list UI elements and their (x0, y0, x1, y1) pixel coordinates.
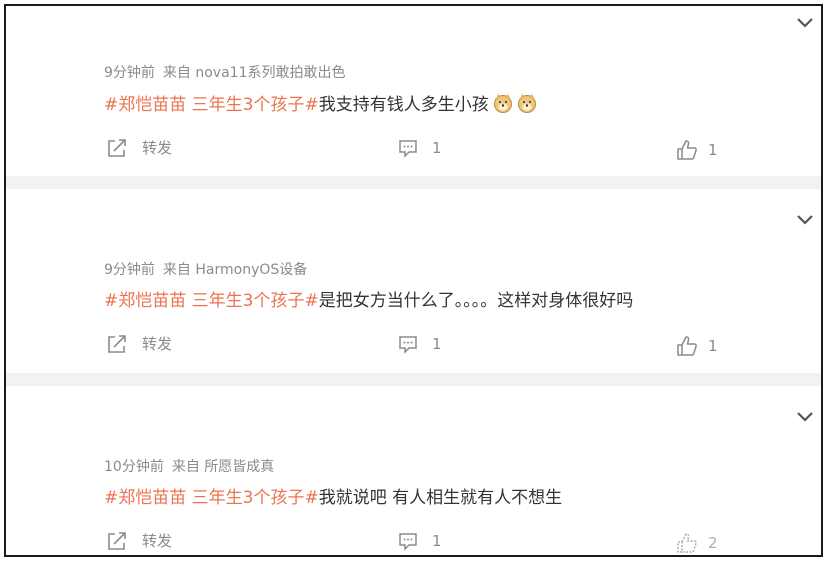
chevron-down-icon[interactable] (795, 16, 815, 30)
post-text: 我支持有钱人多生小孩 (318, 95, 489, 115)
post-text: 我就说吧 有人相生就有人不想生 (318, 488, 563, 508)
post-separator (6, 176, 821, 189)
topic-link[interactable]: #郑恺苗苗 三年生3个孩子# (104, 291, 319, 311)
comment-icon (399, 533, 417, 551)
post-content: #郑恺苗苗 三年生3个孩子#我支持有钱人多生小孩 (104, 90, 537, 115)
repost-label: 转发 (142, 335, 173, 353)
thumbs-up-icon (677, 140, 697, 160)
comment-button[interactable]: 1 (398, 138, 442, 158)
post-separator (6, 373, 821, 386)
doge-emoji (517, 94, 536, 113)
post-source: 来自 HarmonyOS设备 (162, 262, 308, 278)
repost-button[interactable]: 转发 (106, 530, 172, 551)
comment-count: 1 (432, 139, 442, 157)
post-time: 9分钟前 (104, 65, 155, 81)
comment-count: 1 (432, 335, 442, 353)
post-meta: 9分钟前 来自 HarmonyOS设备 (104, 259, 307, 279)
like-button[interactable]: 1 (676, 335, 718, 357)
post-content: #郑恺苗苗 三年生3个孩子#我就说吧 有人相生就有人不想生 (104, 483, 562, 508)
comment-icon (399, 140, 417, 158)
repost-icon (108, 531, 126, 550)
post-source: 来自 nova11系列敢拍敢出色 (162, 65, 346, 81)
topic-link[interactable]: #郑恺苗苗 三年生3个孩子# (104, 488, 319, 508)
like-count: 2 (708, 534, 718, 552)
post-source: 来自 所愿皆成真 (171, 459, 275, 475)
chevron-down-icon[interactable] (795, 410, 815, 424)
comment-icon (399, 336, 417, 354)
chevron-down-icon[interactable] (795, 213, 815, 227)
thumbs-up-icon (677, 336, 697, 356)
like-button[interactable]: 2 (676, 532, 718, 554)
post-meta: 10分钟前 来自 所愿皆成真 (104, 456, 274, 476)
weibo-post: 9分钟前 来自 HarmonyOS设备 #郑恺苗苗 三年生3个孩子#是把女方当什么… (6, 189, 821, 373)
repost-icon (108, 334, 126, 353)
post-meta: 9分钟前 来自 nova11系列敢拍敢出色 (104, 62, 346, 82)
repost-label: 转发 (142, 532, 173, 550)
like-count: 1 (708, 337, 718, 355)
comment-count: 1 (432, 532, 442, 550)
post-time: 10分钟前 (104, 459, 164, 475)
doge-emoji (493, 94, 512, 113)
screenshot-frame: 9分钟前 来自 nova11系列敢拍敢出色 #郑恺苗苗 三年生3个孩子#我支持有钱… (4, 4, 823, 557)
repost-icon (108, 138, 126, 157)
post-text: 是把女方当什么了。。。。这样对身体很好吗 (318, 291, 634, 311)
comment-button[interactable]: 1 (398, 531, 442, 551)
topic-link[interactable]: #郑恺苗苗 三年生3个孩子# (104, 95, 319, 115)
post-time: 9分钟前 (104, 262, 155, 278)
post-content: #郑恺苗苗 三年生3个孩子#是把女方当什么了。。。。这样对身体很好吗 (104, 286, 633, 311)
like-button[interactable]: 1 (676, 139, 718, 161)
thumbs-up-icon (677, 533, 697, 553)
repost-label: 转发 (142, 139, 173, 157)
weibo-post: 9分钟前 来自 nova11系列敢拍敢出色 #郑恺苗苗 三年生3个孩子#我支持有钱… (6, 6, 821, 176)
weibo-post: 10分钟前 来自 所愿皆成真 #郑恺苗苗 三年生3个孩子#我就说吧 有人相生就有人… (6, 386, 821, 555)
repost-button[interactable]: 转发 (106, 137, 172, 158)
comment-button[interactable]: 1 (398, 334, 442, 354)
like-count: 1 (708, 141, 718, 159)
repost-button[interactable]: 转发 (106, 333, 172, 354)
